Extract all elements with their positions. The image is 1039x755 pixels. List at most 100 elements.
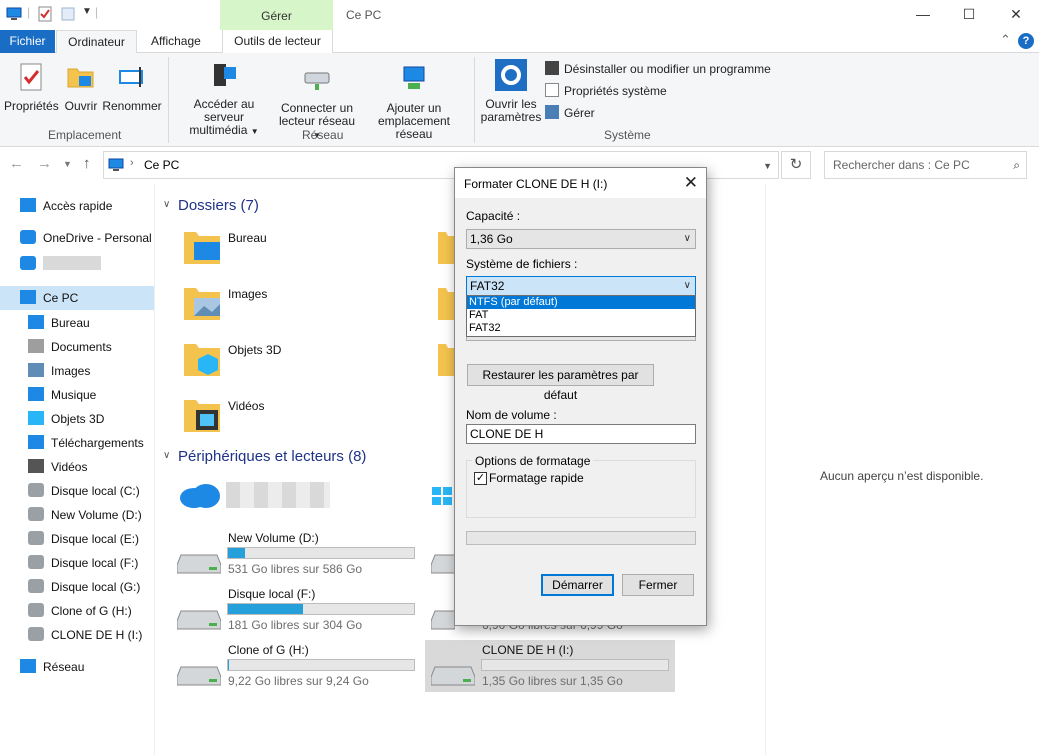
sidebar-item-label: OneDrive - Personal [43,231,152,245]
restore-defaults-button[interactable]: Restaurer les paramètres par défaut [467,364,654,402]
open-label: Ouvrir [64,99,98,113]
drive-icon [431,666,475,686]
filesystem-label: Système de fichiers : [466,257,578,271]
sidebar-item[interactable]: OneDrive - Personal [0,226,154,250]
tab-computer[interactable]: Ordinateur [56,30,137,54]
sidebar-item[interactable]: Vidéos [0,455,154,479]
computer-icon [108,158,124,171]
filesystem-option-fat[interactable]: FAT [467,309,695,322]
title-bar: | ▼ | Gérer Ce PC — ☐ ✕ [0,0,1039,30]
capacity-select[interactable]: 1,36 Go ∨ [466,229,696,249]
sidebar-item[interactable]: Objets 3D [0,407,154,431]
drive-icon [177,666,221,686]
maximize-button[interactable]: ☐ [946,0,992,30]
sidebar-item[interactable]: Images [0,359,154,383]
format-options-group [466,460,696,518]
folders-section-header[interactable]: Dossiers (7) [178,197,259,214]
documents-folder-icon[interactable] [436,226,454,266]
sidebar-item[interactable]: CLONE DE H (I:) [0,623,154,647]
drive-icon[interactable] [431,551,455,575]
drive-free-space: 181 Go libres sur 304 Go [228,618,363,632]
collapse-ribbon-icon[interactable]: ⌃ [1000,32,1011,48]
drive-usage-bar [227,659,415,671]
back-arrow-icon[interactable]: ← [9,155,24,172]
star-icon [20,198,36,212]
forward-arrow-icon[interactable]: → [37,155,52,172]
drive-icon [177,554,221,574]
sidebar-item[interactable]: Disque local (C:) [0,479,154,503]
chevron-down-icon[interactable]: ∨ [163,199,170,210]
sidebar-item-label: Vidéos [51,460,88,474]
properties-icon[interactable] [37,6,53,22]
chevron-down-icon[interactable]: ∨ [163,450,170,461]
sidebar-item[interactable]: Réseau [0,655,154,679]
start-button[interactable]: Démarrer [541,574,614,596]
close-button[interactable]: ✕ [993,0,1039,30]
sidebar-item[interactable]: Musique [0,383,154,407]
dialog-close-button[interactable]: ✕ [684,173,698,193]
minimize-button[interactable]: — [900,0,946,30]
drive-item-selected[interactable]: CLONE DE H (I:) 1,35 Go libres sur 1,35 … [425,640,675,692]
filesystem-option-ntfs[interactable]: NTFS (par défaut) [467,296,695,309]
quick-format-checkbox[interactable]: ✓ [474,472,487,485]
blurred-name [226,482,330,508]
music-folder-icon[interactable] [436,282,454,322]
open-button[interactable]: Ouvrir [62,61,100,113]
drive-icon [28,507,44,521]
sidebar-item[interactable]: Clone of G (H:) [0,599,154,623]
uninstall-program-button[interactable]: Désinstaller ou modifier un programme [545,61,771,79]
preview-pane: Aucun aperçu n’est disponible. [765,184,1039,755]
filesystem-value: FAT32 [470,279,505,293]
properties-button[interactable]: Propriétés [4,61,59,113]
sidebar-item[interactable]: Ce PC [0,286,154,310]
rename-button[interactable]: Renommer [102,61,162,113]
refresh-button[interactable]: ↻ [781,151,811,179]
tab-file[interactable]: Fichier [0,30,55,53]
manage-button[interactable]: Gérer [545,105,595,123]
tab-drive-tools[interactable]: Outils de lecteur [222,30,333,53]
sidebar-item[interactable]: Disque local (F:) [0,551,154,575]
computer-icon [20,290,36,304]
drive-usage-bar [227,603,415,615]
add-network-location-button[interactable]: Ajouter un emplacement réseau [360,63,468,141]
help-icon[interactable]: ? [1018,33,1034,49]
sidebar-item[interactable]: Accès rapide [0,194,154,218]
quick-format-label[interactable]: Formatage rapide [489,471,584,485]
customize-toolbar-icon[interactable]: ▼ [82,6,92,17]
sidebar-item-label: Images [51,364,91,378]
volume-name-input[interactable]: CLONE DE H [466,424,696,444]
tab-view[interactable]: Affichage [142,30,210,53]
music-icon [28,387,44,401]
manage-context-tab[interactable]: Gérer [220,0,333,30]
drive-usage-fill [228,548,246,558]
sidebar-item[interactable]: New Volume (D:) [0,503,154,527]
access-media-server-button[interactable]: Accéder au serveur multimédia ▼ [173,59,275,138]
sidebar-item[interactable] [0,252,154,276]
drive-usage-fill [228,604,304,614]
filesystem-dropdown-list: NTFS (par défaut) FAT FAT32 [466,295,696,337]
search-input[interactable]: Rechercher dans : Ce PC ⌕ [824,151,1027,179]
filesystem-select[interactable]: FAT32 ∨ [466,276,696,296]
recent-locations-chevron-icon[interactable]: ▼ [63,159,72,169]
sidebar-item-label: Disque local (C:) [51,484,140,498]
up-arrow-icon[interactable]: ↑ [83,155,91,172]
sidebar-item[interactable]: Documents [0,335,154,359]
devices-section-header[interactable]: Périphériques et lecteurs (8) [178,448,366,465]
sidebar-item[interactable]: Bureau [0,311,154,335]
filesystem-option-fat32[interactable]: FAT32 [467,322,695,335]
open-settings-button[interactable]: Ouvrir les paramètres [480,59,542,124]
sidebar-item[interactable]: Téléchargements [0,431,154,455]
sidebar-item-label: Disque local (F:) [51,556,139,570]
computer-icon[interactable] [6,6,22,22]
sidebar-item[interactable]: Disque local (E:) [0,527,154,551]
access-media-label-1: Accéder au serveur [193,97,255,124]
downloads-folder-icon[interactable] [436,338,454,378]
windows-drive-icon[interactable] [432,487,454,507]
documents-icon [28,339,44,353]
close-dialog-button[interactable]: Fermer [622,574,694,596]
breadcrumb[interactable]: Ce PC [144,158,179,172]
system-properties-button[interactable]: Propriétés système [545,83,667,101]
address-dropdown-icon[interactable]: ▼ [763,161,772,171]
new-folder-icon[interactable] [60,6,76,22]
sidebar-item[interactable]: Disque local (G:) [0,575,154,599]
